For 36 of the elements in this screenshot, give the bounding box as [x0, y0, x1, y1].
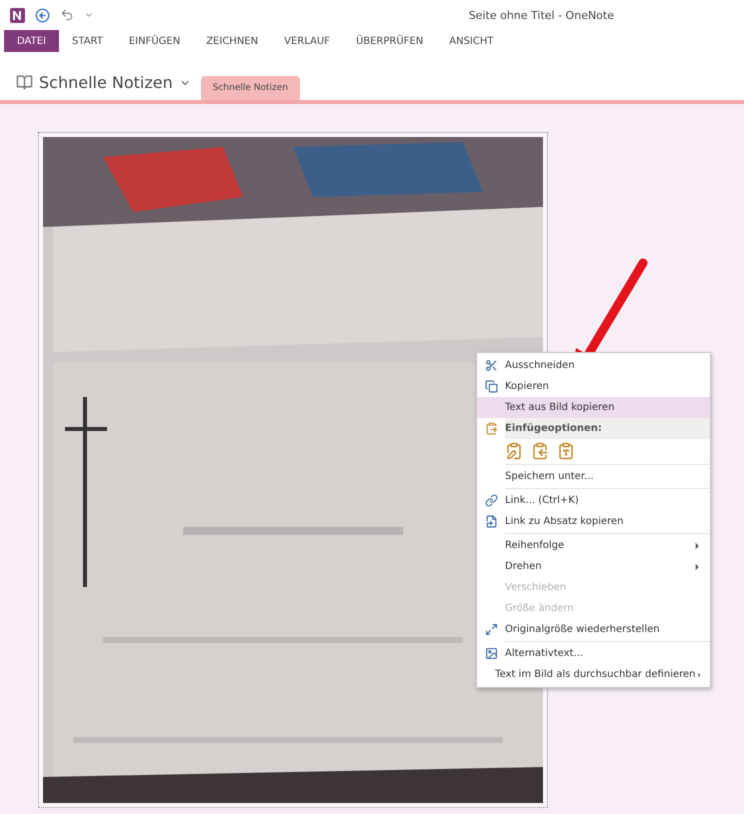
page-link-icon: [484, 515, 498, 528]
menu-item[interactable]: Alternativtext...: [477, 643, 710, 664]
resize-icon: [484, 623, 498, 636]
menu-item[interactable]: Reihenfolge: [477, 535, 710, 556]
menu-item[interactable]: Link... (Ctrl+K): [477, 490, 710, 511]
notebook-icon: [16, 74, 33, 91]
clipboard-icon: [484, 422, 498, 435]
menu-section-header: Einfügeoptionen:: [505, 418, 710, 439]
app-logo-icon: [10, 8, 25, 22]
menu-item[interactable]: Ausschneiden: [477, 355, 710, 376]
scissors-icon: [484, 359, 498, 372]
menu-item[interactable]: Originalgröße wiederherstellen: [477, 619, 710, 640]
image-icon: [484, 647, 498, 660]
ribbon-tab[interactable]: ZEICHNEN: [193, 30, 272, 52]
copy-icon: [484, 380, 498, 393]
ribbon-tab[interactable]: EINFÜGEN: [116, 30, 194, 52]
window-title: Seite ohne Titel - OneNote: [468, 8, 614, 22]
ribbon-tab[interactable]: VERLAUF: [271, 30, 343, 52]
back-icon[interactable]: [35, 8, 50, 22]
paste-keep-format-button[interactable]: [505, 442, 523, 460]
link-icon: [484, 494, 498, 507]
paste-merge-button[interactable]: [531, 442, 549, 460]
menu-item[interactable]: Speichern unter...: [477, 466, 710, 487]
menu-item[interactable]: Link zu Absatz kopieren: [477, 511, 710, 532]
paste-text-only-button[interactable]: [557, 442, 575, 460]
section-tab[interactable]: Schnelle Notizen: [200, 76, 300, 100]
notebook-selector[interactable]: Schnelle Notizen: [16, 73, 191, 100]
ribbon-tab[interactable]: ÜBERPRÜFEN: [342, 30, 436, 52]
menu-item[interactable]: Text im Bild als durchsuchbar definieren: [477, 664, 710, 685]
ribbon-tab[interactable]: DATEI: [4, 30, 59, 52]
menu-item[interactable]: Text aus Bild kopieren: [477, 397, 710, 418]
undo-icon[interactable]: [60, 8, 74, 22]
ribbon-tab[interactable]: ANSICHT: [436, 30, 506, 52]
ribbon-tab[interactable]: START: [58, 30, 116, 52]
menu-item[interactable]: Kopieren: [477, 376, 710, 397]
menu-item[interactable]: Drehen: [477, 556, 710, 577]
